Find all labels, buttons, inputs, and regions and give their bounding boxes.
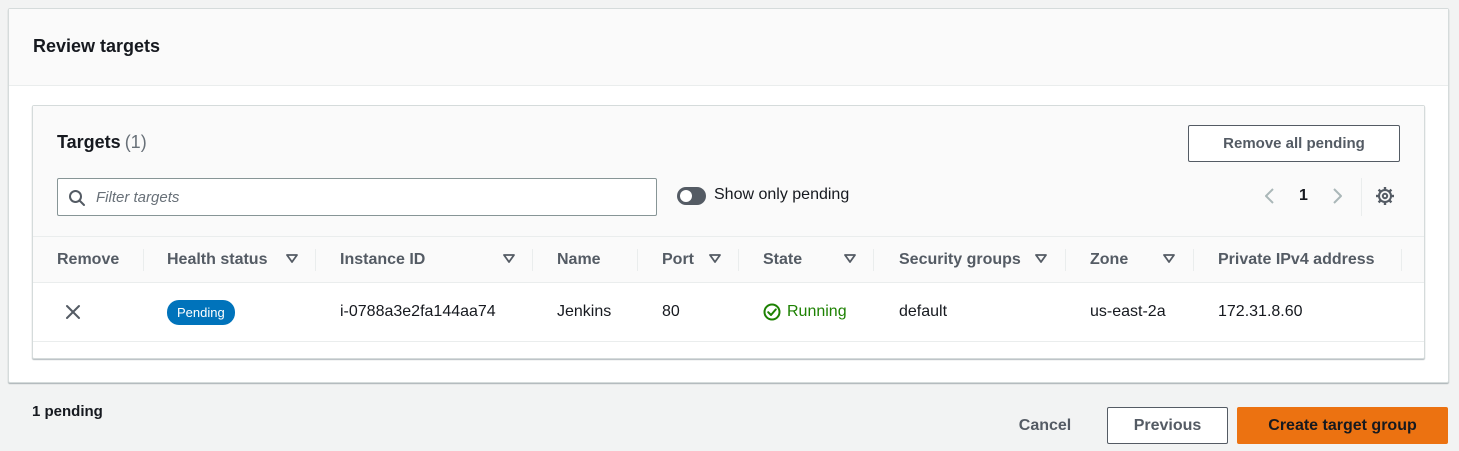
review-targets-panel: Review targets Targets (1) Remove all pen…	[8, 8, 1449, 383]
column-header-health-status[interactable]: Health status	[167, 237, 267, 282]
sort-down-icon[interactable]	[1163, 254, 1175, 264]
column-header-zone[interactable]: Zone	[1090, 237, 1128, 282]
sort-down-icon[interactable]	[844, 254, 856, 264]
sort-down-icon[interactable]	[503, 254, 515, 264]
current-page-number[interactable]: 1	[1299, 187, 1308, 205]
state-cell: Running	[787, 303, 847, 320]
filter-targets-input[interactable]	[94, 179, 650, 215]
column-divider	[873, 249, 874, 271]
column-divider	[143, 249, 144, 271]
name-cell: Jenkins	[557, 303, 612, 320]
sort-down-icon[interactable]	[286, 254, 298, 264]
remove-all-pending-button[interactable]: Remove all pending	[1188, 125, 1400, 162]
column-header-instance-id[interactable]: Instance ID	[340, 237, 425, 282]
table-header: Remove Health status Instance ID Name Po…	[33, 236, 1424, 283]
private-ipv4-cell: 172.31.8.60	[1218, 303, 1303, 320]
create-target-group-button[interactable]: Create target group	[1237, 407, 1448, 444]
sort-down-icon[interactable]	[1035, 254, 1047, 264]
show-only-pending-label: Show only pending	[714, 186, 850, 203]
status-badge: Pending	[167, 300, 235, 325]
column-header-state[interactable]: State	[763, 237, 802, 282]
zone-cell: us-east-2a	[1090, 303, 1166, 320]
check-circle-icon	[763, 303, 781, 321]
filter-targets-field[interactable]	[57, 178, 657, 216]
column-divider	[315, 249, 316, 271]
port-cell: 80	[662, 303, 680, 320]
targets-heading: Targets (1)	[57, 132, 147, 153]
column-header-name: Name	[557, 251, 601, 268]
column-header-private-ipv4: Private IPv4 address	[1218, 251, 1375, 268]
previous-button[interactable]: Previous	[1107, 407, 1228, 444]
column-divider	[1193, 249, 1194, 271]
pager-divider	[1361, 178, 1362, 216]
column-header-port[interactable]: Port	[662, 237, 694, 282]
search-icon	[69, 190, 85, 206]
instance-id-cell: i-0788a3e2fa144aa74	[340, 303, 496, 320]
chevron-left-icon[interactable]	[1262, 186, 1278, 206]
panel-title: Review targets	[33, 36, 161, 56]
targets-count: (1)	[124, 132, 147, 152]
sort-down-icon[interactable]	[709, 254, 721, 264]
chevron-right-icon[interactable]	[1329, 186, 1345, 206]
targets-header: Targets(1) Remove all pending Show only …	[33, 106, 1424, 236]
show-only-pending-toggle[interactable]	[677, 187, 706, 205]
table-row: Pending i-0788a3e2fa144aa74 Jenkins 80 R…	[33, 283, 1424, 342]
settings-icon[interactable]	[1375, 186, 1395, 206]
column-divider	[1401, 249, 1402, 271]
pending-count-text: 1 pending	[32, 403, 103, 420]
targets-title: Targets	[57, 132, 121, 152]
column-divider	[532, 249, 533, 271]
targets-container: Targets(1) Remove all pending Show only …	[32, 105, 1425, 359]
toggle-knob	[680, 190, 692, 202]
panel-header: Review targets	[9, 9, 1448, 86]
security-groups-cell: default	[899, 303, 948, 320]
column-header-security-groups[interactable]: Security groups	[899, 237, 1021, 282]
column-divider	[637, 249, 638, 271]
cancel-button[interactable]: Cancel	[1001, 407, 1089, 444]
close-icon[interactable]	[65, 304, 81, 320]
column-divider	[738, 249, 739, 271]
column-divider	[1065, 249, 1066, 271]
column-header-remove: Remove	[57, 251, 120, 268]
